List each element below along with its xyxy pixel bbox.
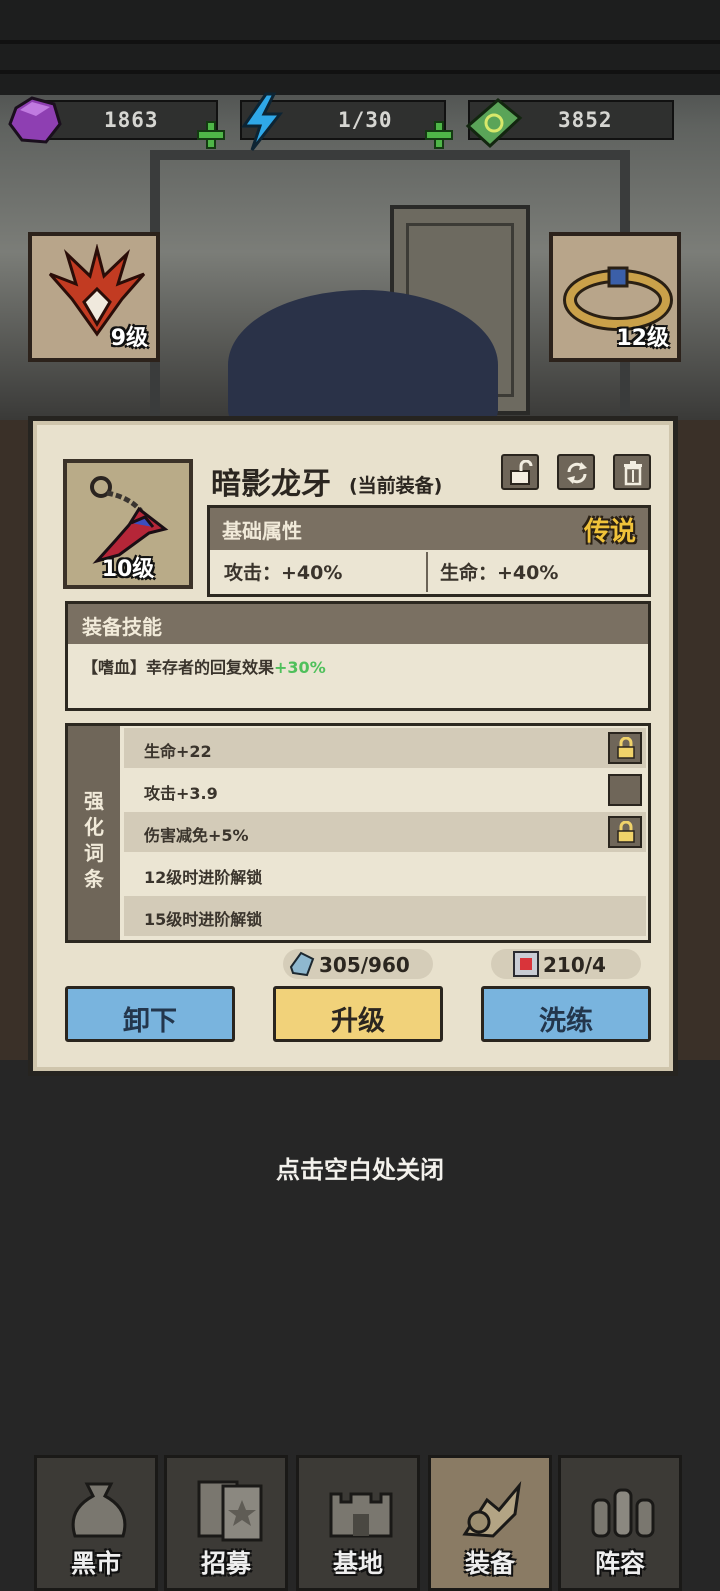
money-bag-icon [71, 1482, 127, 1538]
nav-recruit[interactable]: 招募 [164, 1455, 288, 1591]
affix-side-header: 强化词条 [68, 726, 120, 940]
lock-icon [617, 737, 635, 759]
reforge-label: 洗练 [539, 1006, 593, 1037]
add-gem-button[interactable] [196, 120, 226, 150]
roof-plank [0, 70, 720, 74]
unlock-icon [510, 460, 533, 485]
reforge-button[interactable]: 洗练 [481, 986, 651, 1042]
affix-lock-button[interactable] [608, 816, 642, 848]
nav-label: 黑市 [70, 1549, 121, 1578]
nav-equipment[interactable]: 装备 [428, 1455, 552, 1591]
lock-icon [617, 821, 635, 843]
nav-label: 装备 [464, 1549, 515, 1578]
skill-bonus: +30% [274, 658, 326, 677]
cards-icon [197, 1480, 263, 1542]
team-icon [591, 1488, 655, 1538]
affix-row: 15级时进阶解锁 [124, 896, 646, 936]
cube-material-icon [513, 951, 539, 977]
stat-divider [426, 552, 428, 592]
cube-cost-value: 210/4 [543, 953, 606, 977]
side-slot-right[interactable]: 12级 [549, 232, 681, 362]
affix-title: 强化词条 [84, 789, 104, 891]
add-energy-button[interactable] [424, 120, 454, 150]
green-banknote-icon [462, 96, 524, 150]
unequip-label: 卸下 [123, 1006, 177, 1037]
affix-lock-button[interactable] [608, 732, 642, 764]
nav-label: 招募 [200, 1549, 251, 1578]
swap-button[interactable] [557, 454, 595, 490]
stat-health: 生命：+40% [440, 562, 559, 584]
trash-button[interactable] [613, 454, 651, 490]
affix-row: 攻击+3.9 [124, 770, 646, 810]
enhancement-affix-box: 强化词条 生命+22 攻击+3.9 伤害减免+5% 12级时进阶解锁 15级时进… [65, 723, 651, 943]
affix-label: 攻击+3.9 [144, 784, 218, 803]
swap-icon [567, 462, 587, 484]
cash-value: 3852 [558, 108, 613, 132]
upgrade-label: 升级 [331, 1006, 385, 1037]
crystal-cost-value: 305/960 [319, 953, 410, 977]
base-stats-header: 基础属性 传说 [210, 508, 648, 550]
equipment-status: (当前装备) [349, 475, 443, 497]
crystal-cost: 305/960 [283, 949, 433, 979]
equipment-skill-title: 装备技能 [82, 615, 162, 639]
base-stats-box: 基础属性 传说 攻击：+40% 生命：+40% [207, 505, 651, 597]
equipment-level: 10级 [101, 557, 155, 582]
roof-plank [0, 40, 720, 44]
purple-gem-icon [6, 94, 64, 148]
nav-label: 基地 [332, 1549, 383, 1578]
affix-label: 15级时进阶解锁 [144, 910, 263, 929]
unequip-button[interactable]: 卸下 [65, 986, 235, 1042]
equipment-detail-panel: 10级 暗影龙牙 (当前装备) 基础属性 传说 攻击：+40% 生命：+40% … [28, 416, 678, 1076]
side-slot-left[interactable]: 9级 [28, 232, 160, 362]
energy-value: 1/30 [338, 108, 393, 132]
nav-black-market[interactable]: 黑市 [34, 1455, 158, 1591]
equipment-name: 暗影龙牙 [211, 467, 331, 502]
gem-value: 1863 [104, 108, 159, 132]
nav-base[interactable]: 基地 [296, 1455, 420, 1591]
background-wall-right [676, 420, 720, 1060]
lightning-icon [236, 92, 288, 152]
cube-cost: 210/4 [491, 949, 641, 979]
unlock-button[interactable] [501, 454, 539, 490]
equipment-portrait: 10级 [63, 459, 193, 589]
nav-label: 阵容 [594, 1549, 645, 1578]
trash-icon [624, 461, 642, 486]
equipment-icon [462, 1480, 522, 1538]
stat-attack: 攻击：+40% [224, 562, 343, 584]
close-hint[interactable]: 点击空白处关闭 [0, 1150, 720, 1185]
equipment-skill-description: 【嗜血】幸存者的回复效果+30% [82, 654, 326, 678]
equipment-skill-box: 装备技能 【嗜血】幸存者的回复效果+30% [65, 601, 651, 711]
crystal-material-icon [289, 951, 315, 977]
equipment-skill-header: 装备技能 [68, 604, 648, 644]
castle-icon [329, 1492, 393, 1538]
rarity-badge: 传说 [583, 517, 636, 547]
nav-lineup[interactable]: 阵容 [558, 1455, 682, 1591]
upgrade-button[interactable]: 升级 [273, 986, 443, 1042]
side-slot-left-level: 9级 [110, 326, 148, 351]
base-stats-title: 基础属性 [222, 519, 302, 543]
affix-row: 12级时进阶解锁 [124, 854, 646, 894]
affix-label: 生命+22 [144, 742, 212, 761]
side-slot-right-level: 12级 [616, 326, 669, 351]
affix-lock-checkbox[interactable] [608, 774, 642, 806]
affix-label: 伤害减免+5% [144, 826, 249, 845]
affix-row: 生命+22 [124, 728, 646, 768]
affix-label: 12级时进阶解锁 [144, 868, 263, 887]
background-roof [0, 0, 720, 95]
bottom-nav: 黑市 招募 基地 装备 阵容 [0, 1435, 720, 1591]
affix-row: 伤害减免+5% [124, 812, 646, 852]
skill-text: 【嗜血】幸存者的回复效果 [82, 658, 275, 677]
